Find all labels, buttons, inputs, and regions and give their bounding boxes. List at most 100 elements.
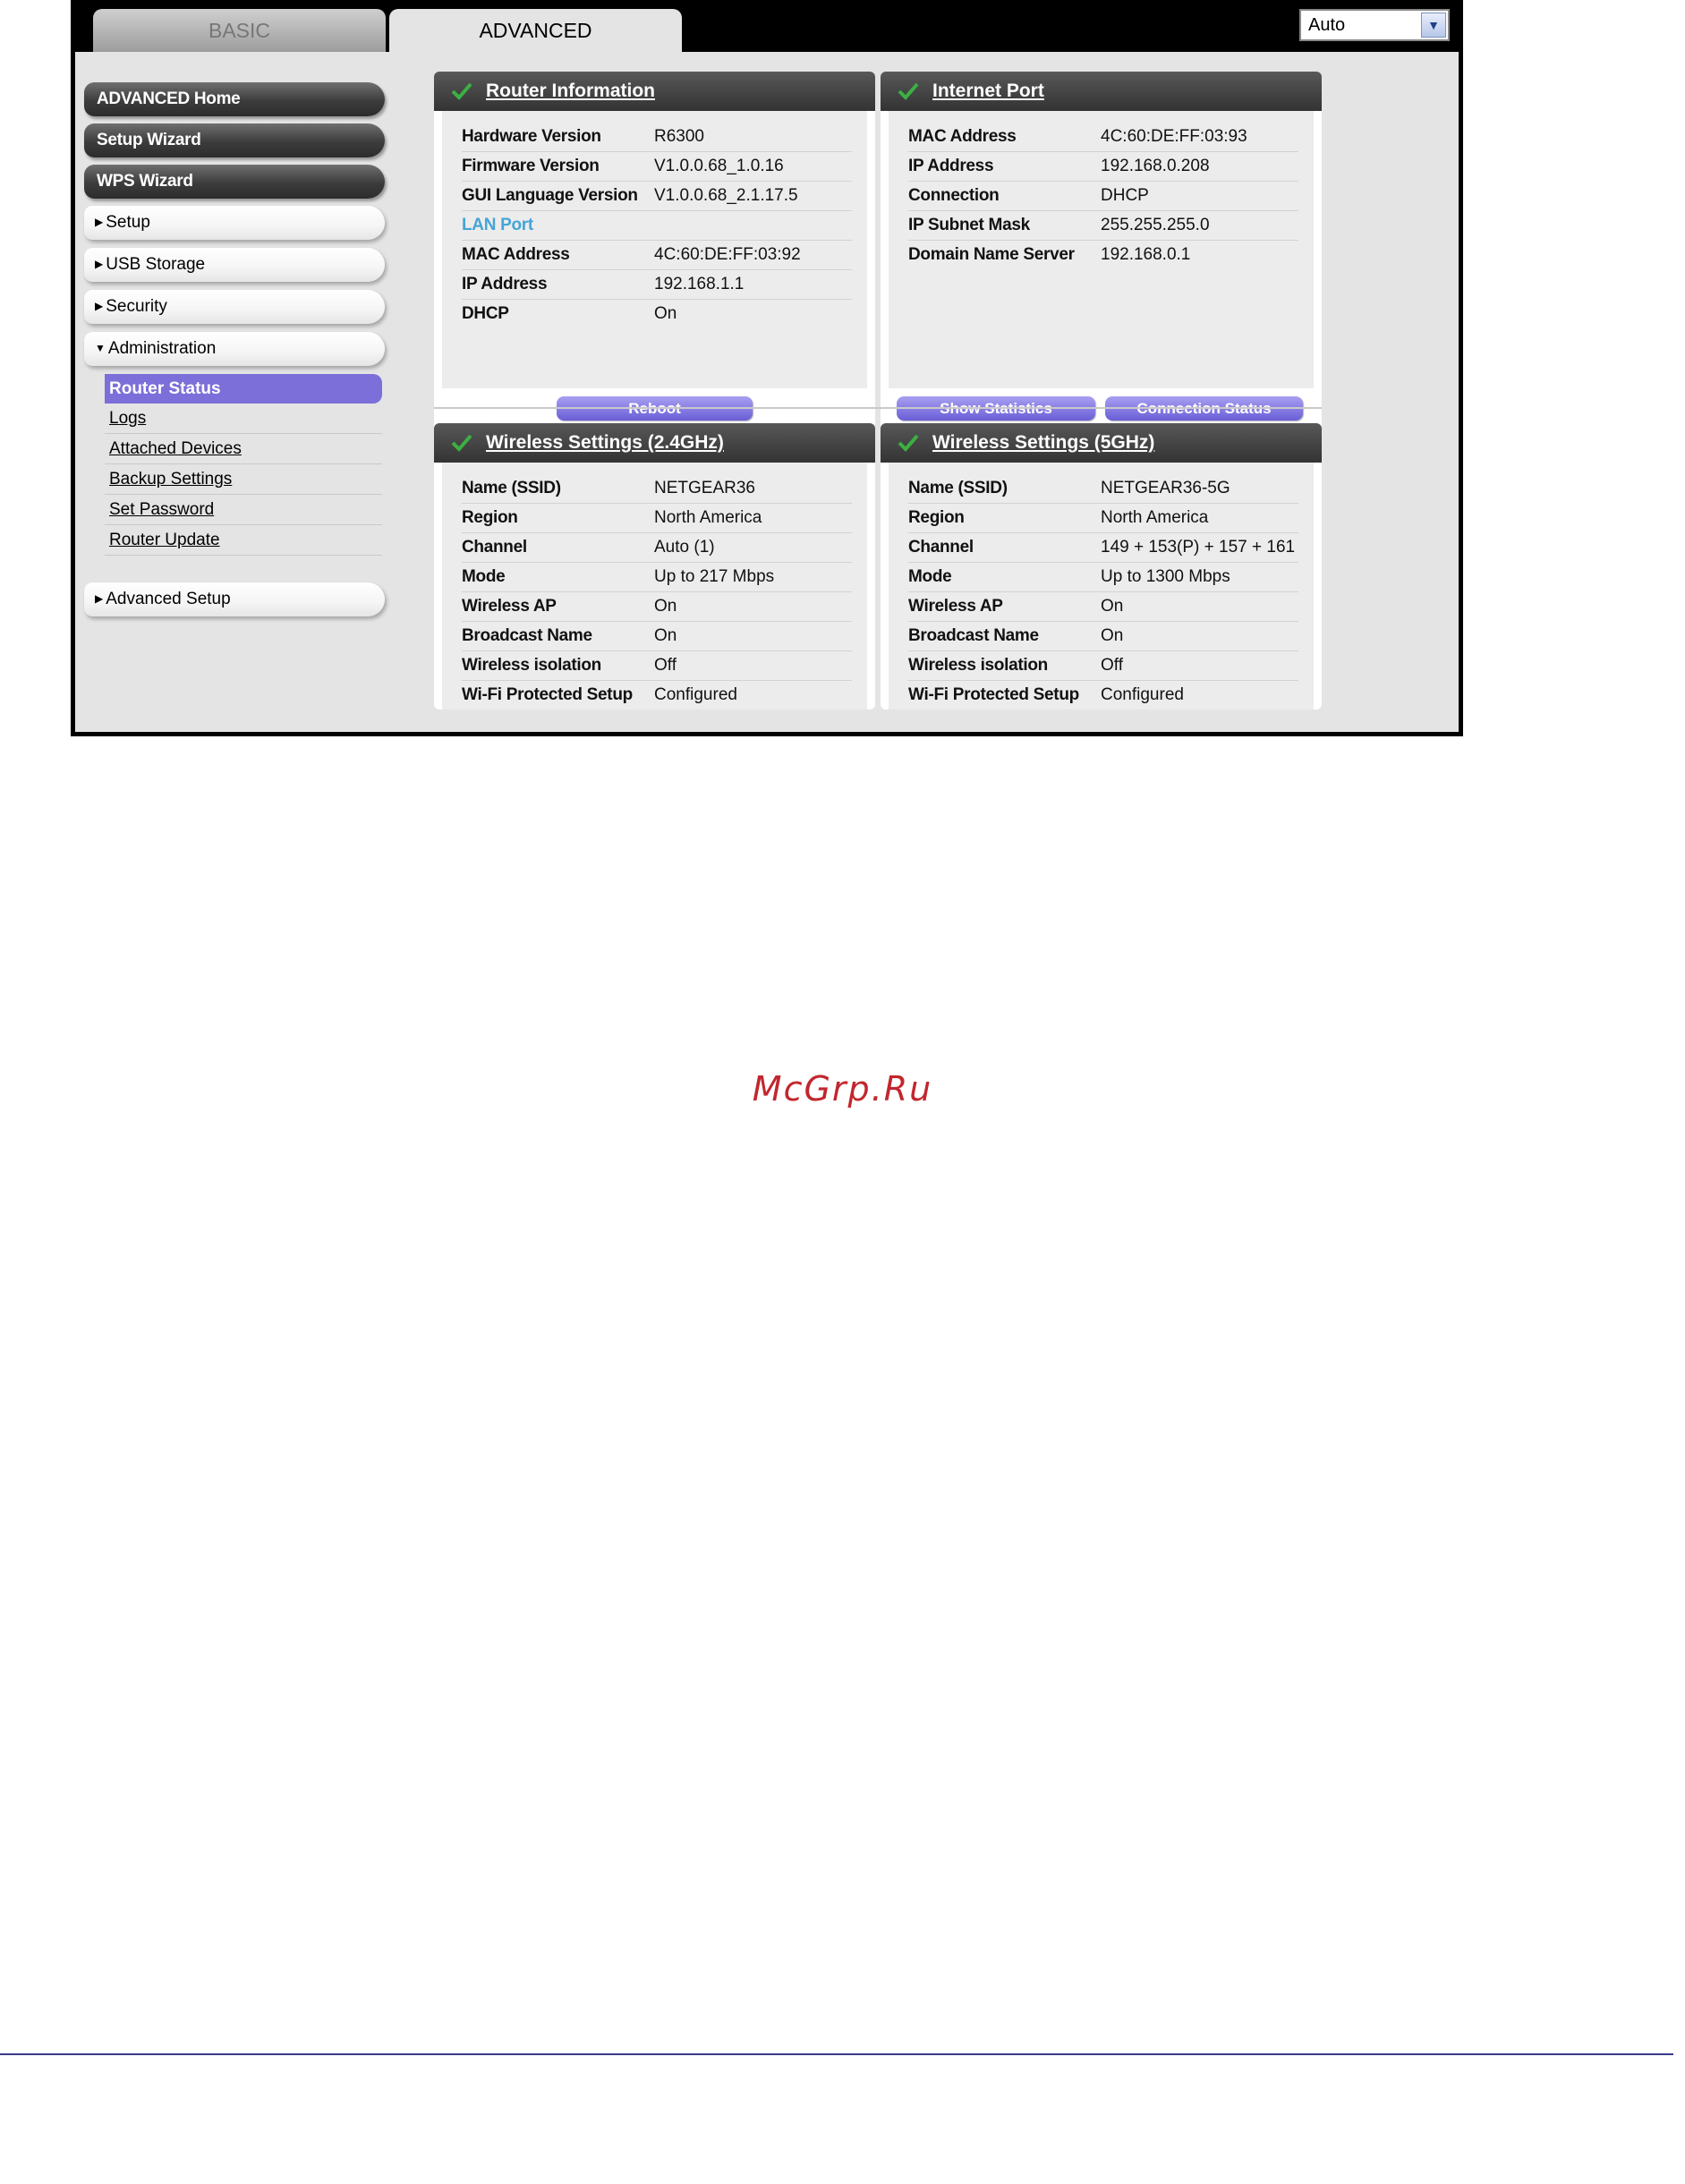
info-row: Name (SSID) NETGEAR36-5G [908,474,1298,504]
row-label: IP Address [462,275,548,293]
info-row: Name (SSID) NETGEAR36 [462,474,852,504]
triangle-right-icon: ▶ [95,216,104,228]
language-select-value: Auto [1308,15,1346,35]
sidebar: ADVANCED Home Setup Wizard WPS Wizard ▶ S… [84,82,385,625]
row-label: Wi-Fi Protected Setup [462,685,633,704]
row-value: DHCP [1101,186,1149,205]
info-row: Wireless AP On [908,592,1298,622]
info-row: Wi-Fi Protected Setup Configured [908,681,1298,710]
row-value: On [654,597,677,616]
sidebar-item-router-update[interactable]: Router Update [105,525,382,556]
info-row: MAC Address 4C:60:DE:FF:03:93 [908,123,1298,152]
row-label: DHCP [462,304,509,323]
info-row: DHCP On [462,300,852,328]
row-value: 149 + 153(P) + 157 + 161 [1101,538,1296,557]
row-value: V1.0.0.68_1.0.16 [654,157,784,175]
info-row-lan-port: LAN Port [462,211,852,241]
sidebar-section-security[interactable]: ▶ Security [84,290,385,324]
info-row: Mode Up to 217 Mbps [462,563,852,592]
row-value: Off [1101,656,1123,675]
sidebar-section-label: Security [106,297,167,316]
row-value: North America [654,508,762,527]
row-value: Configured [1101,685,1184,704]
panel-header: Internet Port [881,72,1322,111]
row-value: 4C:60:DE:FF:03:92 [654,245,801,264]
row-label: Wireless AP [908,597,1003,616]
row-label: Hardware Version [462,127,601,146]
row-label: Wi-Fi Protected Setup [908,685,1079,704]
sidebar-section-administration[interactable]: ▼ Administration [84,332,385,366]
row-label: Channel [908,538,974,557]
top-tab-bar: BASIC ADVANCED Auto ▼ [75,0,1459,52]
row-value: On [654,304,677,323]
row-label: Wireless isolation [908,656,1048,675]
sidebar-item-logs[interactable]: Logs [105,404,382,434]
row-label: IP Subnet Mask [908,216,1030,234]
info-row: Channel Auto (1) [462,533,852,563]
chevron-down-icon[interactable]: ▼ [1421,13,1446,38]
row-value: On [1101,626,1124,645]
sidebar-item-router-status[interactable]: Router Status [105,374,382,404]
check-icon [898,434,919,452]
wireless-5ghz-panel: Wireless Settings (5GHz) Name (SSID) NETG… [881,423,1322,710]
section-divider [434,407,1322,409]
row-label: Connection [908,186,1000,205]
row-value: Up to 217 Mbps [654,567,775,586]
info-row: Wireless isolation Off [908,651,1298,681]
row-label: Wireless AP [462,597,557,616]
row-value: On [1101,597,1124,616]
sidebar-item-set-password[interactable]: Set Password [105,495,382,525]
sidebar-section-label: Administration [107,339,217,358]
row-label: Wireless isolation [462,656,601,675]
sidebar-section-setup[interactable]: ▶ Setup [84,206,385,240]
sidebar-item-attached-devices[interactable]: Attached Devices [105,434,382,464]
row-value: NETGEAR36-5G [1101,479,1230,497]
info-row: IP Subnet Mask 255.255.255.0 [908,211,1298,241]
info-row: Wi-Fi Protected Setup Configured [462,681,852,710]
row-value: 255.255.255.0 [1101,216,1210,234]
row-value: Auto (1) [654,538,715,557]
info-row: Region North America [908,504,1298,533]
check-icon [451,82,472,100]
row-label: Name (SSID) [462,479,561,497]
wireless-5ghz-link[interactable]: Wireless Settings (5GHz) [932,432,1154,453]
check-icon [451,434,472,452]
tab-basic[interactable]: BASIC [93,9,386,52]
info-row: Region North America [462,504,852,533]
info-row: Wireless isolation Off [462,651,852,681]
internet-port-panel: Internet Port MAC Address 4C:60:DE:FF:03:… [881,72,1322,438]
row-label: Broadcast Name [462,626,592,645]
sidebar-section-advanced-setup[interactable]: ▶ Advanced Setup [84,582,385,616]
tab-advanced[interactable]: ADVANCED [389,9,682,52]
row-value: 192.168.1.1 [654,275,745,293]
sidebar-wps-wizard-button[interactable]: WPS Wizard [84,165,385,199]
info-row: GUI Language Version V1.0.0.68_2.1.17.5 [462,182,852,211]
info-row: Channel 149 + 153(P) + 157 + 161 [908,533,1298,563]
row-label: Firmware Version [462,157,600,175]
info-row: Hardware Version R6300 [462,123,852,152]
sidebar-section-label: Setup [106,213,150,232]
info-row: Broadcast Name On [908,622,1298,651]
sidebar-section-usb-storage[interactable]: ▶ USB Storage [84,248,385,282]
sidebar-advanced-home-button[interactable]: ADVANCED Home [84,82,385,116]
sidebar-item-backup-settings[interactable]: Backup Settings [105,464,382,495]
language-select[interactable]: Auto ▼ [1299,9,1450,41]
row-value: R6300 [654,127,704,146]
info-row: Wireless AP On [462,592,852,622]
row-label: GUI Language Version [462,186,638,205]
info-row: Firmware Version V1.0.0.68_1.0.16 [462,152,852,182]
row-label: IP Address [908,157,994,175]
sidebar-section-label: Advanced Setup [106,590,231,608]
triangle-down-icon: ▼ [95,342,106,354]
row-label: Domain Name Server [908,245,1075,264]
row-label: Mode [908,567,952,586]
row-value: Up to 1300 Mbps [1101,567,1230,586]
router-admin-page: BASIC ADVANCED Auto ▼ ADVANCED Home Setu… [75,0,1459,732]
internet-port-link[interactable]: Internet Port [932,81,1044,101]
panel-header: Wireless Settings (5GHz) [881,423,1322,463]
sidebar-setup-wizard-button[interactable]: Setup Wizard [84,123,385,157]
wireless-24ghz-link[interactable]: Wireless Settings (2.4GHz) [486,432,724,453]
row-label: Channel [462,538,527,557]
check-icon [898,82,919,100]
router-information-link[interactable]: Router Information [486,81,655,101]
